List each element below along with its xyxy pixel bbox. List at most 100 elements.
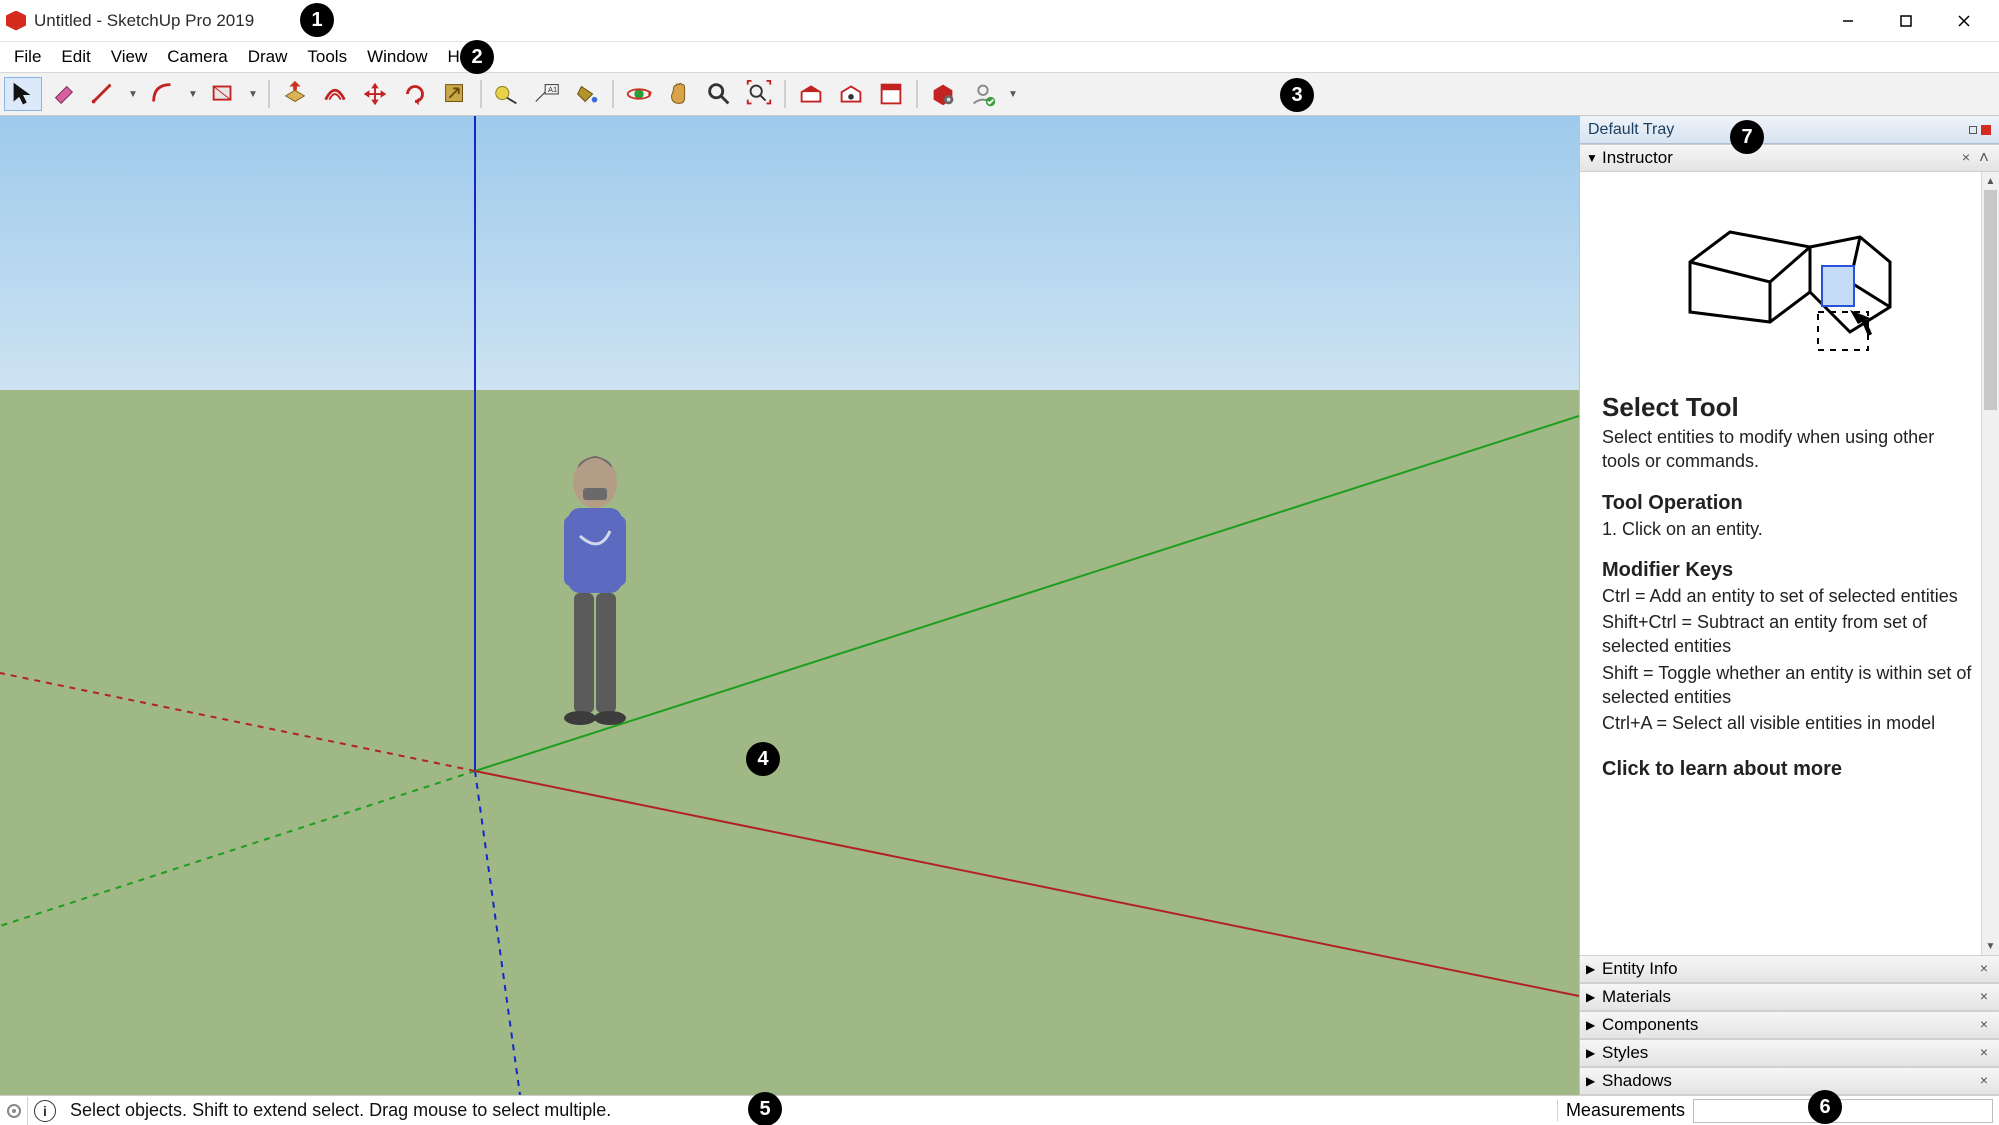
measurements-input[interactable] [1693, 1099, 1993, 1123]
axes-overlay [0, 116, 1579, 1095]
push-pull-tool-icon [280, 79, 310, 109]
move-tool[interactable] [356, 77, 394, 111]
viewport-3d[interactable] [0, 116, 1579, 1095]
panel-styles[interactable]: ▶ Styles × [1580, 1039, 1999, 1067]
orbit-tool[interactable] [620, 77, 658, 111]
extension-manager-tool-icon [928, 79, 958, 109]
close-button[interactable] [1935, 0, 1993, 41]
scale-tool[interactable] [436, 77, 474, 111]
minimize-button[interactable] [1819, 0, 1877, 41]
extension-manager-tool[interactable] [924, 77, 962, 111]
line-tool-dropdown[interactable]: ▼ [124, 77, 142, 111]
app-icon [6, 11, 26, 31]
panel-label: Shadows [1602, 1071, 1672, 1091]
rectangle-tool-dropdown[interactable]: ▼ [244, 77, 262, 111]
workspace: Default Tray ▼ Instructor × ˄ ▲ ▼ [0, 116, 1999, 1095]
3d-warehouse-tool-icon [796, 79, 826, 109]
rectangle-tool[interactable] [204, 77, 242, 111]
menu-tools[interactable]: Tools [297, 44, 357, 70]
panel-close-button[interactable]: × [1975, 960, 1993, 978]
learn-more-link[interactable]: Click to learn about more [1602, 758, 1977, 781]
panel-close-button[interactable]: × [1975, 1016, 1993, 1034]
zoom-tool[interactable] [700, 77, 738, 111]
tray-header[interactable]: Default Tray [1580, 116, 1999, 144]
tape-measure-tool[interactable] [488, 77, 526, 111]
eraser-tool[interactable] [44, 77, 82, 111]
toolbar-separator [916, 80, 918, 108]
scroll-down-icon[interactable]: ▼ [1982, 937, 1999, 955]
panel-close-button[interactable]: × [1975, 1044, 1993, 1062]
toolbar-separator [480, 80, 482, 108]
window-title: Untitled - SketchUp Pro 2019 [34, 11, 254, 31]
rotate-tool[interactable] [396, 77, 434, 111]
toolbar: ▼ ▼ ▼ A1 ▼ [0, 72, 1999, 116]
tape-measure-tool-icon [492, 79, 522, 109]
scrollbar-vertical[interactable]: ▲ ▼ [1981, 172, 1999, 955]
zoom-extents-tool[interactable] [740, 77, 778, 111]
select-tool-icon [8, 79, 38, 109]
minimize-icon [1841, 14, 1855, 28]
tray-close-icon[interactable] [1981, 125, 1991, 135]
arc-tool-dropdown[interactable]: ▼ [184, 77, 202, 111]
callout-2: 2 [460, 40, 494, 74]
panel-materials[interactable]: ▶ Materials × [1580, 983, 1999, 1011]
menu-draw[interactable]: Draw [238, 44, 298, 70]
tray-title: Default Tray [1588, 121, 1674, 139]
panel-shadows[interactable]: ▶ Shadows × [1580, 1067, 1999, 1095]
menu-camera[interactable]: Camera [157, 44, 237, 70]
close-icon [1957, 14, 1971, 28]
pin-icon[interactable] [1969, 126, 1977, 134]
panel-entity-info[interactable]: ▶ Entity Info × [1580, 955, 1999, 983]
modifier-shift: Shift = Toggle whether an entity is with… [1602, 661, 1977, 710]
status-hint: Select objects. Shift to extend select. … [62, 1100, 619, 1121]
arc-tool-icon [148, 79, 178, 109]
push-pull-tool[interactable] [276, 77, 314, 111]
panel-close-button[interactable]: × [1957, 149, 1975, 167]
panel-label: Components [1602, 1015, 1698, 1035]
callout-6: 6 [1808, 1090, 1842, 1124]
user-sign-in-icon [968, 79, 998, 109]
scroll-up-icon[interactable]: ▲ [1982, 172, 1999, 190]
text-tool[interactable]: A1 [528, 77, 566, 111]
menu-window[interactable]: Window [357, 44, 437, 70]
line-tool[interactable] [84, 77, 122, 111]
extension-warehouse-tool[interactable] [832, 77, 870, 111]
menu-edit[interactable]: Edit [51, 44, 100, 70]
toolbar-separator [268, 80, 270, 108]
callout-5: 5 [748, 1092, 782, 1125]
user-sign-in-dropdown[interactable]: ▼ [1004, 77, 1022, 111]
panel-instructor[interactable]: ▼ Instructor × ˄ [1580, 144, 1999, 172]
panel-label: Materials [1602, 987, 1671, 1007]
panel-close-button[interactable]: × [1975, 988, 1993, 1006]
select-tool[interactable] [4, 77, 42, 111]
geo-location-button[interactable] [0, 1097, 28, 1125]
offset-tool-icon [320, 79, 350, 109]
default-tray: Default Tray ▼ Instructor × ˄ ▲ ▼ [1579, 116, 1999, 1095]
maximize-button[interactable] [1877, 0, 1935, 41]
pan-tool[interactable] [660, 77, 698, 111]
credits-info-button[interactable]: i [34, 1100, 56, 1122]
instructor-illustration [1602, 182, 1977, 382]
panel-close-button[interactable]: × [1975, 1072, 1993, 1090]
layout-tool-icon [876, 79, 906, 109]
layout-tool[interactable] [872, 77, 910, 111]
menu-view[interactable]: View [101, 44, 158, 70]
scroll-thumb[interactable] [1984, 190, 1997, 410]
panel-components[interactable]: ▶ Components × [1580, 1011, 1999, 1039]
disclosure-right-icon: ▶ [1586, 1046, 1602, 1060]
offset-tool[interactable] [316, 77, 354, 111]
eraser-tool-icon [48, 79, 78, 109]
menu-file[interactable]: File [4, 44, 51, 70]
instructor-summary: Select entities to modify when using oth… [1602, 425, 1977, 474]
operation-title: Tool Operation [1602, 492, 1977, 515]
modifier-shift-ctrl: Shift+Ctrl = Subtract an entity from set… [1602, 610, 1977, 659]
3d-warehouse-tool[interactable] [792, 77, 830, 111]
paint-bucket-tool-icon [572, 79, 602, 109]
arc-tool[interactable] [144, 77, 182, 111]
operation-step-1: 1. Click on an entity. [1602, 517, 1977, 541]
rectangle-tool-icon [208, 79, 238, 109]
panel-collapse-button[interactable]: ˄ [1975, 148, 1993, 168]
user-sign-in[interactable] [964, 77, 1002, 111]
paint-bucket-tool[interactable] [568, 77, 606, 111]
disclosure-right-icon: ▶ [1586, 962, 1602, 976]
